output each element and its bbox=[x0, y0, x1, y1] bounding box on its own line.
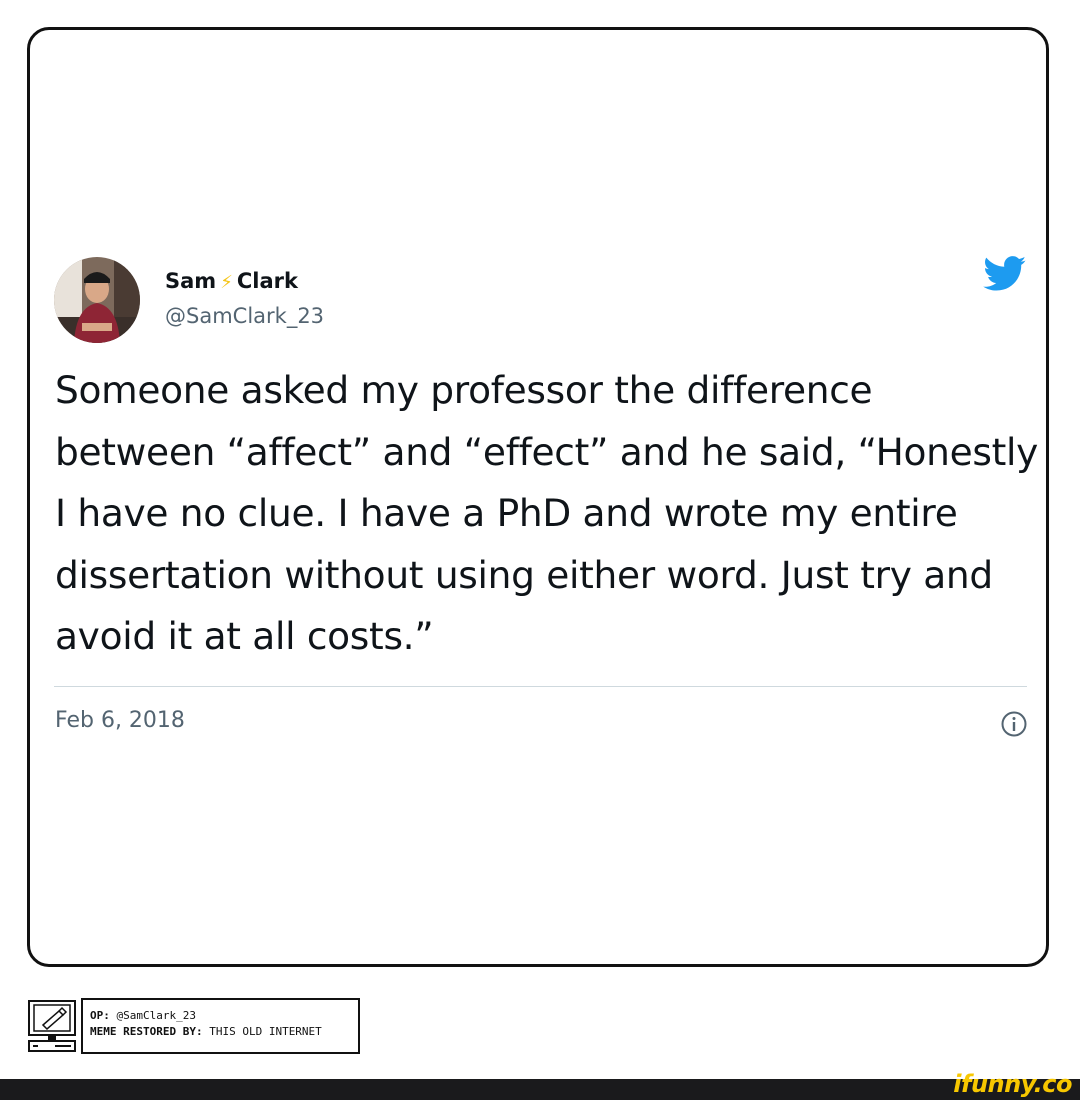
ifunny-watermark: ifunny.co bbox=[953, 1070, 1072, 1098]
credit-restored-line: MEME RESTORED BY: THIS OLD INTERNET bbox=[90, 1024, 358, 1040]
footer-bar bbox=[0, 1079, 1080, 1100]
credit-op-label: OP: bbox=[90, 1009, 110, 1022]
tweet-date[interactable]: Feb 6, 2018 bbox=[55, 708, 185, 733]
divider bbox=[54, 686, 1027, 687]
credit-restored-label: MEME RESTORED BY: bbox=[90, 1025, 203, 1038]
credit-op-line: OP: @SamClark_23 bbox=[90, 1008, 358, 1024]
author-name[interactable]: Sam ⚡ Clark bbox=[165, 269, 298, 293]
author-handle[interactable]: @SamClark_23 bbox=[165, 304, 324, 328]
retro-computer-icon bbox=[28, 1000, 76, 1052]
credit-restored-value: THIS OLD INTERNET bbox=[209, 1025, 322, 1038]
twitter-bird-icon[interactable] bbox=[983, 256, 1027, 292]
lightning-bolt-icon: ⚡ bbox=[220, 272, 233, 293]
credit-op-value: @SamClark_23 bbox=[116, 1009, 196, 1022]
avatar[interactable] bbox=[54, 257, 140, 343]
credit-box: OP: @SamClark_23 MEME RESTORED BY: THIS … bbox=[81, 998, 360, 1054]
info-icon[interactable] bbox=[1000, 710, 1028, 738]
author-last-name: Clark bbox=[236, 269, 298, 293]
author-first-name: Sam bbox=[165, 269, 217, 293]
tweet-text: Someone asked my professor the differenc… bbox=[55, 368, 1039, 658]
